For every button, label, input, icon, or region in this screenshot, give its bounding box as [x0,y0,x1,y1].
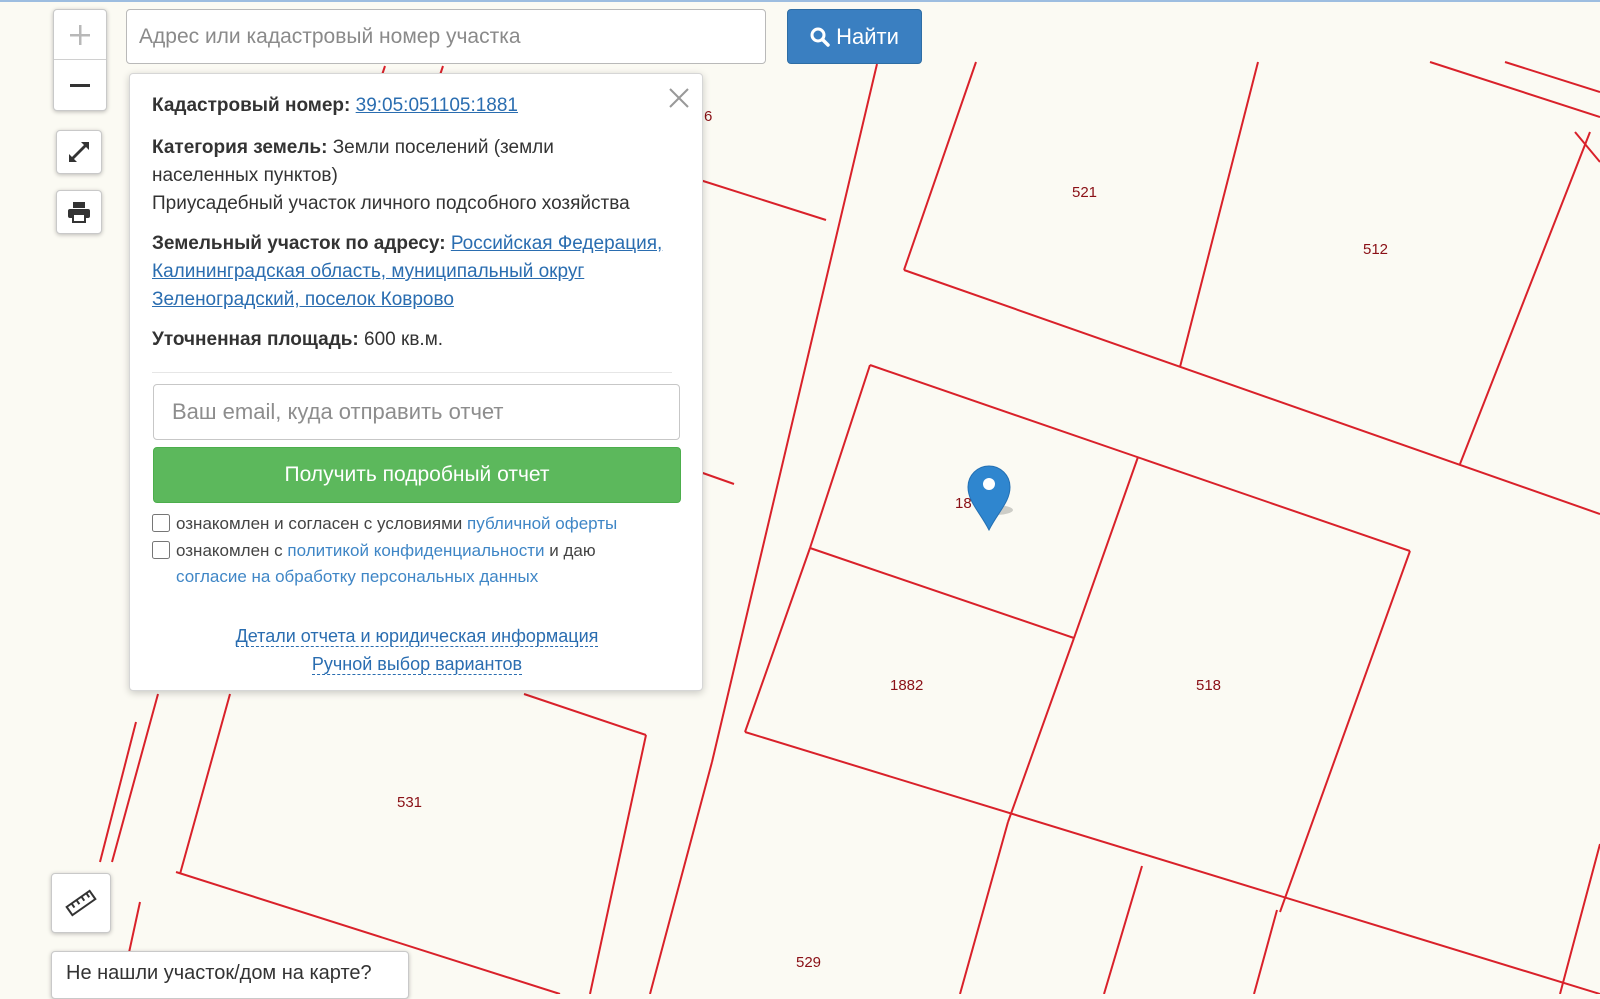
parcel-label-512: 512 [1363,241,1388,258]
area-value: 600 кв.м. [364,329,444,350]
land-usage: Приусадебный участок личного подсобного … [152,193,630,214]
parcel-label-1881: 18 [955,495,972,512]
zoom-out-button[interactable] [54,59,106,109]
land-category-label: Категория земель: [152,137,328,158]
parcel-boundary [959,821,1009,994]
area-row: Уточненная площадь: 600 кв.м. [152,326,672,354]
parcel-boundary [1504,61,1600,93]
cadastral-number-row: Кадастровый номер: 39:05:051105:1881 [152,92,672,120]
search-input[interactable] [126,9,766,64]
consent-privacy-checkbox[interactable] [152,541,170,559]
parcel-label-531: 531 [397,794,422,811]
get-report-label: Получить подробный отчет [284,463,550,486]
parcel-boundary [711,63,878,763]
consent-privacy-row: ознакомлен с политикой конфиденциальност… [152,538,672,590]
parcel-boundary [699,179,827,221]
parcel-boundary [111,693,159,863]
consent-privacy-text-b: и даю [549,541,596,560]
parcel-boundary [1103,865,1143,994]
parcel-boundary [1459,131,1591,465]
parcel-boundary [1253,909,1278,994]
parcel-label-529: 529 [796,954,821,971]
parcel-boundary [1179,61,1259,368]
report-details-link-row: Детали отчета и юридическая информация [130,626,704,647]
privacy-policy-link[interactable]: политикой конфиденциальности [287,541,544,560]
area-label: Уточненная площадь: [152,329,359,350]
parcel-boundary [744,731,1600,994]
consent-privacy-text-a: ознакомлен с [176,541,283,560]
consent-offer-checkbox[interactable] [152,514,170,532]
search-icon [810,27,830,47]
parcel-boundary [1559,843,1600,994]
print-button[interactable] [56,190,102,234]
parcel-boundary [523,693,647,736]
printer-icon [68,202,90,223]
plus-icon [70,24,90,45]
parcel-boundary [744,547,811,733]
parcel-label-1882: 1882 [890,677,923,694]
consent-offer-text: ознакомлен и согласен с условиями [176,514,463,533]
public-offer-link[interactable]: публичной оферты [467,514,617,533]
search-button[interactable]: Найти [787,9,922,64]
parcel-boundary [869,364,1411,552]
parcel-boundary [903,269,1600,515]
personal-data-consent-link[interactable]: согласие на обработку персональных данны… [152,567,538,586]
address-row: Земельный участок по адресу: Российская … [152,230,677,314]
zoom-control [53,9,107,111]
cadastral-number-link[interactable]: 39:05:051105:1881 [356,95,518,116]
search-button-label: Найти [836,23,899,49]
consent-offer-row: ознакомлен и согласен с условиями публич… [152,511,617,537]
measure-button[interactable] [51,873,111,933]
zoom-in-button[interactable] [54,10,106,59]
parcel-boundary [1279,550,1411,913]
land-category-row: Категория земель: Земли поселений (земли… [152,134,592,190]
parcel-label-521: 521 [1072,184,1097,201]
cadastral-number-label: Кадастровый номер: [152,95,351,116]
parcel-boundary [179,693,231,875]
parcel-boundary [809,364,871,549]
parcel-boundary [699,471,735,485]
address-label: Земельный участок по адресу: [152,233,446,254]
parcel-label-518: 518 [1196,677,1221,694]
parcel-boundary [589,734,647,994]
parcel-boundary [1073,456,1139,639]
parcel-boundary [649,761,713,994]
parcel-label-partial: 6 [704,108,712,125]
parcel-boundary [809,547,1075,639]
ruler-icon [65,889,97,917]
location-marker-icon[interactable] [967,465,1013,532]
email-field[interactable] [153,384,680,440]
expand-icon [69,142,89,162]
get-report-button[interactable]: Получить подробный отчет [153,447,681,503]
parcel-boundary [903,61,977,271]
report-details-link[interactable]: Детали отчета и юридическая информация [235,626,599,647]
fullscreen-button[interactable] [56,130,102,174]
manual-selection-link-row: Ручной выбор вариантов [130,654,704,675]
parcel-boundary [1007,637,1075,823]
parcel-boundary [1429,61,1600,118]
minus-icon [70,83,90,87]
manual-selection-link[interactable]: Ручной выбор вариантов [311,654,523,675]
divider [152,372,672,373]
parcel-info-popup: Кадастровый номер: 39:05:051105:1881 Кат… [129,73,703,691]
